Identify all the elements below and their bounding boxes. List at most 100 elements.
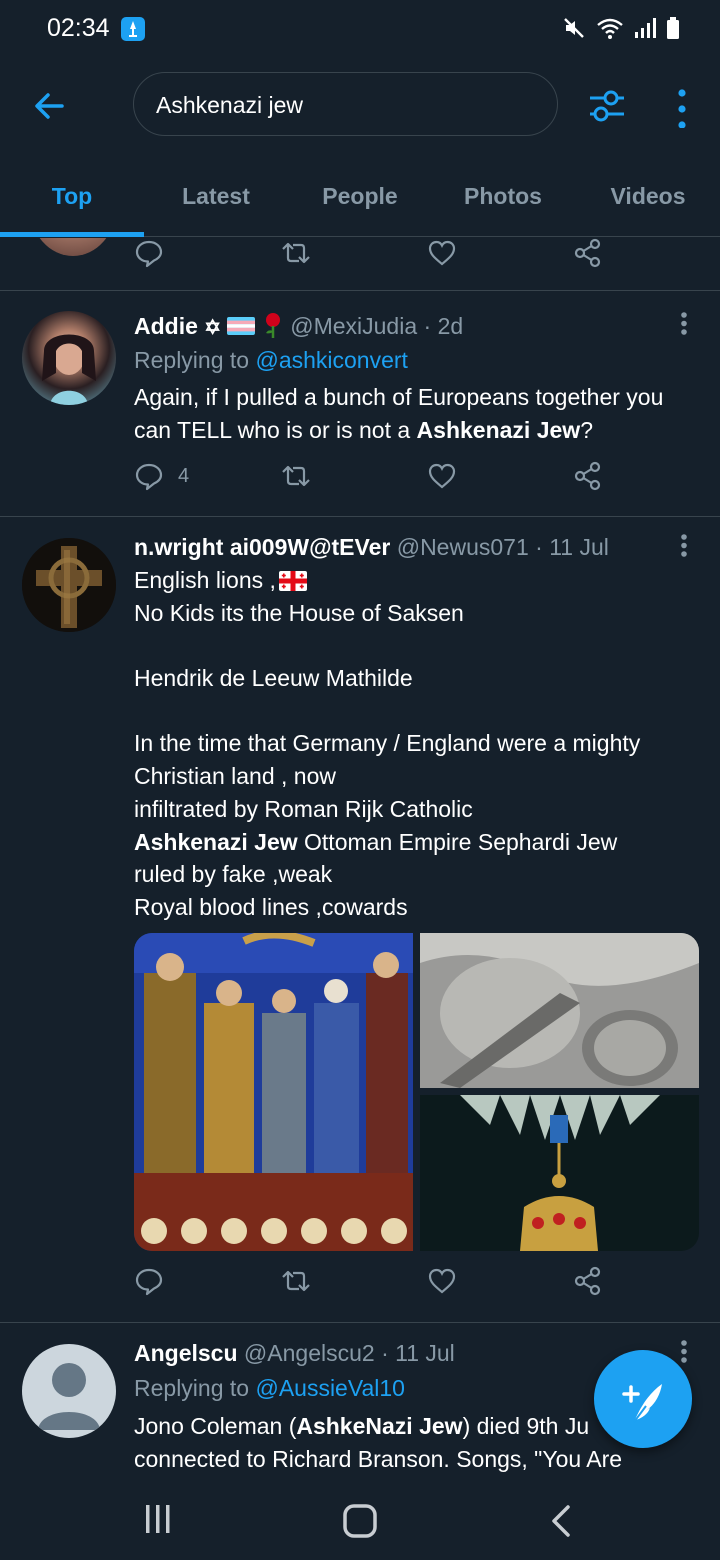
status-icons — [562, 16, 680, 45]
avatar-portrait — [42, 334, 96, 405]
tweet-divider — [0, 516, 720, 517]
tweet-menu-button[interactable] — [676, 310, 692, 340]
tweet-actions — [134, 1266, 614, 1306]
share-button[interactable] — [573, 238, 603, 268]
media-image-crown-pendant[interactable] — [420, 1095, 699, 1251]
wifi-icon — [596, 16, 624, 45]
reply-icon — [135, 463, 163, 491]
replying-to: Replying to @ashkiconvert — [134, 347, 408, 374]
crown-pendant-image — [420, 1095, 699, 1251]
replying-to-label: Replying to — [134, 1375, 256, 1401]
more-options-button[interactable] — [668, 84, 696, 129]
tweet-divider — [0, 1322, 720, 1323]
tweet-line: Hendrik de Leeuw Mathilde — [134, 665, 413, 692]
active-tab-indicator — [0, 232, 144, 237]
search-highlight: Ashkenazi Jew — [416, 416, 581, 443]
compose-tweet-button[interactable] — [594, 1350, 692, 1448]
home-icon — [343, 1504, 377, 1538]
tweet-text: Again, if I pulled a bunch of Europeans … — [134, 381, 704, 446]
retweet-icon — [282, 465, 310, 487]
like-button[interactable] — [427, 238, 457, 268]
user-handle[interactable]: @Angelscu2 — [244, 1340, 375, 1366]
tweet-actions — [134, 238, 614, 278]
like-button[interactable] — [427, 1266, 457, 1296]
retweet-button[interactable] — [280, 238, 312, 268]
medieval-painting-image — [134, 933, 413, 1251]
display-name[interactable]: n.wright ai009W@tEVer — [134, 534, 390, 560]
rose-icon — [265, 313, 280, 338]
tweet-text-part: Jono Coleman ( — [134, 1413, 297, 1439]
tweet-menu-button[interactable] — [676, 532, 692, 562]
tab-latest[interactable]: Latest — [144, 165, 288, 237]
back-nav-button[interactable] — [544, 1501, 580, 1541]
tweet-text: English lions , No Kids its the House of… — [134, 564, 704, 924]
avatar[interactable] — [22, 311, 116, 405]
tweet-line: In the time that Germany / England were … — [134, 730, 641, 790]
tweet-line: English lions , — [134, 564, 704, 597]
celtic-cross-avatar — [22, 538, 116, 632]
tweet-time: · 11 Jul — [381, 1340, 455, 1366]
reply-mention-link[interactable]: @ashkiconvert — [255, 347, 407, 373]
search-query: Ashkenazi jew — [156, 92, 304, 118]
share-icon — [574, 238, 601, 268]
back-button[interactable] — [28, 84, 72, 128]
vertical-dots-icon — [678, 89, 686, 129]
share-button[interactable] — [573, 461, 603, 491]
system-navigation-bar — [0, 1475, 720, 1560]
media-image-medieval-painting[interactable] — [134, 933, 413, 1251]
tab-people[interactable]: People — [288, 165, 432, 237]
tweet-meta: Angelscu @Angelscu2 · 11 Jul — [134, 1340, 455, 1367]
display-name[interactable]: Addie — [134, 313, 198, 339]
tweet-text-part: English lions , — [134, 567, 276, 593]
heart-icon — [428, 240, 456, 266]
georgia-flag-icon — [278, 571, 307, 591]
trans-flag-icon — [227, 317, 256, 335]
display-name[interactable]: Angelscu — [134, 1340, 238, 1366]
retweet-button[interactable] — [280, 1266, 312, 1296]
recent-apps-button[interactable] — [140, 1501, 176, 1537]
avatar[interactable] — [30, 238, 116, 256]
sliders-icon — [590, 90, 624, 122]
tweet-meta: Addie ✡ @MexiJudia · 2d — [134, 312, 463, 340]
share-icon — [574, 1266, 601, 1296]
share-icon — [574, 461, 601, 491]
retweet-icon — [282, 1270, 310, 1292]
reply-button[interactable] — [134, 238, 164, 268]
replying-to-label: Replying to — [134, 347, 256, 373]
tweet-line: ruled by fake ,weak — [134, 861, 333, 888]
status-bar: 02:34 — [0, 0, 720, 62]
tweet-time: · 2d — [423, 313, 464, 339]
reply-mention-link[interactable]: @AussieVal10 — [255, 1375, 405, 1401]
media-image-engraving[interactable] — [420, 933, 699, 1088]
tweet-line: Ashkenazi Jew Ottoman Empire Sephardi Je… — [134, 826, 704, 859]
retweet-button[interactable] — [280, 461, 312, 491]
tweet-actions: 4 — [134, 461, 614, 501]
tweet-time: · 11 Jul — [535, 534, 609, 560]
reply-icon — [135, 240, 163, 268]
tab-photos[interactable]: Photos — [432, 165, 574, 237]
reply-button[interactable]: 4 — [134, 461, 189, 491]
avatar[interactable] — [22, 1344, 116, 1438]
signal-icon — [634, 16, 656, 45]
reply-button[interactable] — [134, 1266, 164, 1296]
home-button[interactable] — [340, 1501, 380, 1541]
tweet-feed[interactable]: Addie ✡ @MexiJudia · 2d Replying to @ash… — [0, 238, 720, 1475]
tweet-text-part: ) died 9th Ju — [462, 1413, 590, 1439]
back-chevron-icon — [552, 1505, 570, 1537]
search-filter-button[interactable] — [585, 84, 629, 128]
share-button[interactable] — [573, 1266, 603, 1296]
star-of-david-emoji: ✡ — [204, 317, 222, 339]
tab-top[interactable]: Top — [0, 165, 144, 237]
avatar[interactable] — [22, 538, 116, 632]
user-handle[interactable]: @MexiJudia — [290, 313, 417, 339]
like-button[interactable] — [427, 461, 457, 491]
search-input[interactable]: Ashkenazi jew — [133, 72, 558, 136]
user-handle[interactable]: @Newus071 — [397, 534, 529, 560]
search-header: Ashkenazi jew — [0, 62, 720, 152]
search-highlight: Ashkenazi Jew — [134, 828, 298, 855]
status-time: 02:34 — [47, 14, 110, 42]
tab-videos[interactable]: Videos — [576, 165, 720, 237]
reply-count: 4 — [178, 464, 190, 487]
tweet-meta: n.wright ai009W@tEVer @Newus071 · 11 Jul — [134, 534, 609, 561]
